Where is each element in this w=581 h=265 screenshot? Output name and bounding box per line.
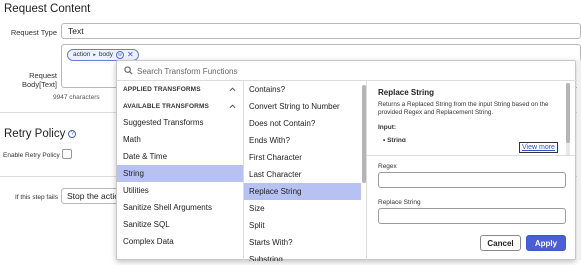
- help-icon[interactable]: ?: [68, 130, 77, 138]
- on-failure-select[interactable]: Stop the action: [61, 188, 121, 204]
- detail-divider: [367, 155, 575, 156]
- detail-input-label: Input:: [378, 124, 397, 131]
- chevron-right-icon: ▸: [93, 52, 96, 58]
- replace-string-input[interactable]: [378, 208, 566, 224]
- detail-input-item: • String: [383, 137, 406, 142]
- function-does-not-contain[interactable]: Does not Contain?: [244, 115, 361, 132]
- transform-categories-column: APPLIED TRANSFORMS AVAILABLE TRANSFORMS …: [117, 81, 244, 261]
- function-first-character[interactable]: First Character: [244, 149, 361, 166]
- character-count: 9947 characters: [53, 94, 100, 101]
- page-scrollbar[interactable]: [577, 60, 581, 260]
- category-date-time[interactable]: Date & Time: [117, 148, 243, 165]
- request-type-select[interactable]: Text: [61, 23, 581, 39]
- search-transform-input[interactable]: [137, 64, 567, 78]
- chip-remove-icon[interactable]: ✕: [127, 51, 134, 59]
- on-failure-label: If this step fails: [15, 194, 58, 201]
- category-suggested-transforms[interactable]: Suggested Transforms: [117, 114, 243, 131]
- request-content-title: Request Content: [4, 3, 91, 15]
- chip-action-text: action: [73, 51, 91, 58]
- function-size[interactable]: Size: [244, 200, 361, 217]
- request-body-label: Request Body[Text]: [21, 71, 57, 89]
- retry-policy-text: Retry Policy: [4, 128, 66, 140]
- search-row: [117, 61, 577, 81]
- category-string[interactable]: String: [117, 165, 243, 182]
- category-complex-data[interactable]: Complex Data: [117, 233, 243, 250]
- functions-scrollbar[interactable]: [362, 85, 366, 183]
- function-starts-with[interactable]: Starts With?: [244, 234, 361, 251]
- chevron-up-icon[interactable]: [229, 103, 236, 110]
- view-more-link[interactable]: View more: [519, 142, 558, 153]
- replace-string-label: Replace String: [378, 199, 421, 206]
- transform-functions-popup: APPLIED TRANSFORMS AVAILABLE TRANSFORMS …: [116, 60, 577, 261]
- function-substring[interactable]: Substring: [244, 251, 361, 261]
- on-failure-value: Stop the action: [67, 191, 121, 201]
- request-type-value: Text: [68, 26, 84, 36]
- search-icon: [124, 66, 133, 75]
- category-utilities[interactable]: Utilities: [117, 182, 243, 199]
- category-sanitize-sql[interactable]: Sanitize SQL: [117, 216, 243, 233]
- retry-policy-title: Retry Policy?: [4, 128, 77, 140]
- available-transforms-header[interactable]: AVAILABLE TRANSFORMS: [123, 103, 209, 110]
- chip-body-text: body: [98, 51, 113, 58]
- transform-icon[interactable]: w: [115, 51, 124, 59]
- function-contains[interactable]: Contains?: [244, 81, 361, 98]
- function-last-character[interactable]: Last Character: [244, 166, 361, 183]
- function-split[interactable]: Split: [244, 217, 361, 234]
- function-ends-with[interactable]: Ends With?: [244, 132, 361, 149]
- detail-scrollbar[interactable]: [566, 83, 570, 143]
- detail-description: Returns a Replaced String from the input…: [378, 101, 549, 116]
- request-type-label: Request Type: [10, 28, 57, 37]
- cancel-button[interactable]: Cancel: [480, 235, 521, 251]
- chevron-up-icon[interactable]: [229, 86, 236, 93]
- regex-input[interactable]: [378, 172, 566, 188]
- applied-transforms-header[interactable]: APPLIED TRANSFORMS: [123, 86, 201, 93]
- function-replace-string[interactable]: Replace String: [244, 183, 361, 200]
- category-sanitize-shell-arguments[interactable]: Sanitize Shell Arguments: [117, 199, 243, 216]
- transform-functions-column: Contains? Convert String to Number Does …: [244, 81, 367, 261]
- apply-button[interactable]: Apply: [526, 235, 566, 251]
- detail-title: Replace String: [378, 88, 435, 97]
- enable-retry-checkbox[interactable]: [62, 149, 72, 159]
- function-convert-string-to-number[interactable]: Convert String to Number: [244, 98, 361, 115]
- regex-label: Regex: [378, 163, 397, 170]
- function-detail-panel: Replace String Returns a Replaced String…: [367, 81, 575, 261]
- enable-retry-label: Enable Retry Policy: [3, 152, 60, 159]
- category-math[interactable]: Math: [117, 131, 243, 148]
